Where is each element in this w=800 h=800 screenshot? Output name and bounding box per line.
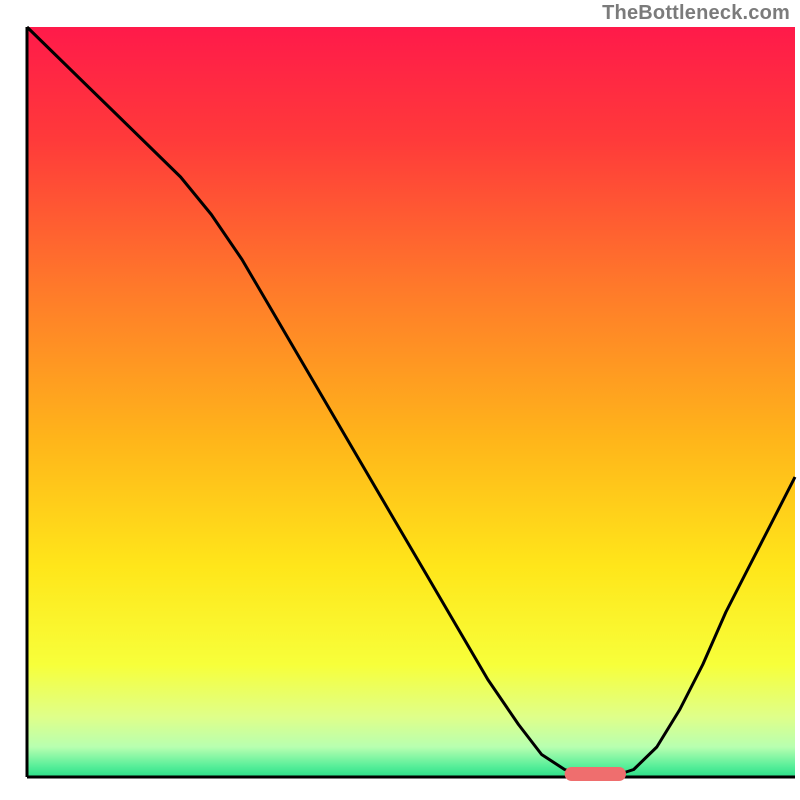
optimal-marker (565, 767, 626, 781)
attribution-text: TheBottleneck.com (602, 2, 790, 25)
chart-svg (0, 0, 800, 800)
bottleneck-chart: TheBottleneck.com (0, 0, 800, 800)
